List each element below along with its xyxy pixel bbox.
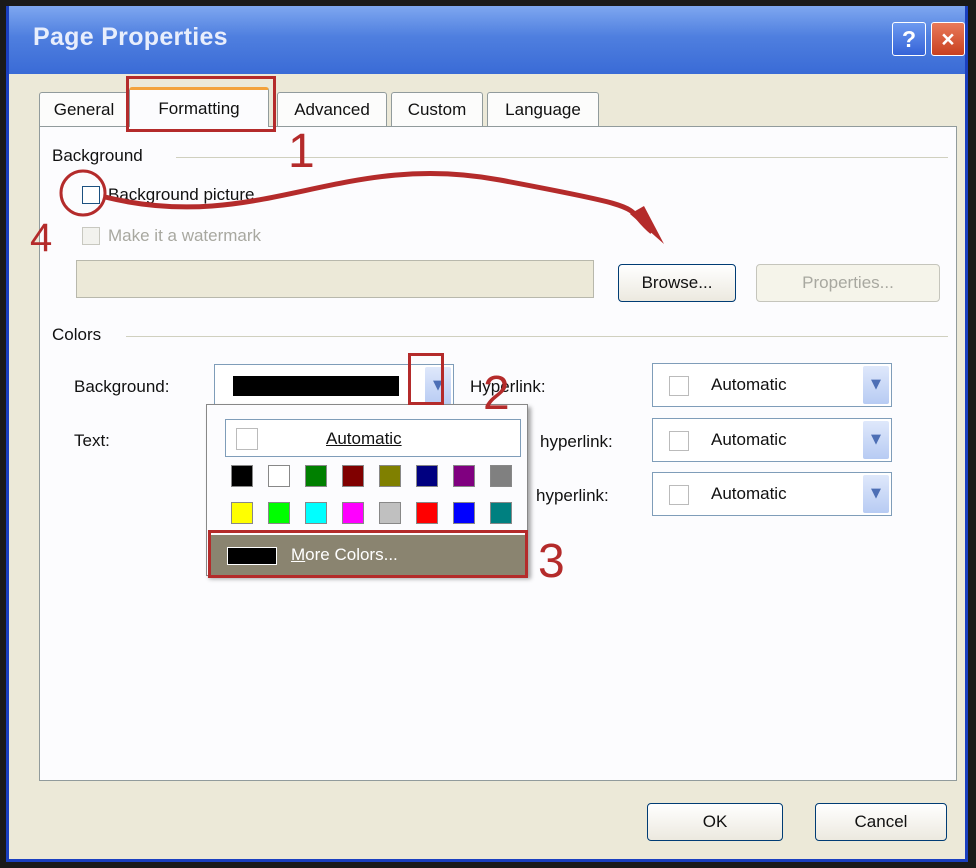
color-swatch[interactable] (305, 502, 327, 524)
color-swatch[interactable] (268, 465, 290, 487)
active-hyperlink-swatch (669, 485, 689, 505)
color-swatch[interactable] (268, 502, 290, 524)
tab-language[interactable]: Language (487, 92, 599, 126)
chevron-down-icon[interactable]: ▼ (863, 366, 889, 404)
color-swatch[interactable] (453, 465, 475, 487)
hyperlink-color-value: Automatic (711, 375, 787, 394)
color-swatch[interactable] (416, 502, 438, 524)
color-swatch[interactable] (342, 502, 364, 524)
text-color-label: Text: (74, 431, 110, 450)
watermark-label: Make it a watermark (108, 226, 262, 245)
cancel-button[interactable]: Cancel (815, 803, 947, 841)
colors-group-heading: Colors (52, 325, 102, 344)
annotation-box-dropdown-arrow (408, 353, 444, 405)
tab-custom[interactable]: Custom (391, 92, 483, 126)
color-swatch[interactable] (231, 502, 253, 524)
watermark-checkbox[interactable] (82, 227, 100, 245)
visited-hyperlink-dropdown[interactable]: Automatic ▼ (652, 418, 892, 462)
visited-hyperlink-label: hyperlink: (540, 432, 613, 451)
active-hyperlink-value: Automatic (711, 484, 787, 503)
active-hyperlink-label: hyperlink: (536, 486, 609, 505)
visited-hyperlink-swatch (669, 431, 689, 451)
color-swatch[interactable] (490, 502, 512, 524)
tab-advanced[interactable]: Advanced (277, 92, 387, 126)
color-swatch[interactable] (231, 465, 253, 487)
title-bar[interactable]: Page Properties ? × (9, 6, 965, 74)
background-group-heading: Background (52, 146, 143, 165)
ok-button[interactable]: OK (647, 803, 783, 841)
annotation-step-1: 1 (288, 125, 315, 178)
annotation-step-3: 3 (538, 535, 565, 588)
color-swatch[interactable] (416, 465, 438, 487)
color-swatch[interactable] (305, 465, 327, 487)
automatic-color-label: Automatic (326, 429, 402, 448)
annotation-step-4: 4 (30, 216, 53, 260)
tab-general[interactable]: General (39, 92, 129, 126)
active-hyperlink-dropdown[interactable]: Automatic ▼ (652, 472, 892, 516)
automatic-color-option[interactable]: Automatic (225, 419, 521, 457)
properties-button[interactable]: Properties... (756, 264, 940, 302)
background-picture-path-field[interactable] (76, 260, 594, 298)
annotation-box-more-colors (208, 530, 528, 578)
close-button[interactable]: × (931, 22, 965, 56)
browse-button[interactable]: Browse... (618, 264, 736, 302)
background-picture-label[interactable]: Background picture (108, 185, 254, 205)
background-color-swatch (233, 376, 399, 396)
annotation-box-formatting-tab (126, 76, 276, 132)
help-button[interactable]: ? (892, 22, 926, 56)
chevron-down-icon[interactable]: ▼ (863, 421, 889, 459)
color-swatch[interactable] (490, 465, 512, 487)
window-title: Page Properties (33, 23, 228, 51)
hyperlink-color-dropdown[interactable]: Automatic ▼ (652, 363, 892, 407)
color-swatch[interactable] (379, 465, 401, 487)
background-picture-checkbox[interactable] (82, 186, 100, 204)
color-swatch[interactable] (379, 502, 401, 524)
annotation-step-2: 2 (483, 367, 510, 420)
visited-hyperlink-value: Automatic (711, 430, 787, 449)
color-swatch[interactable] (342, 465, 364, 487)
automatic-color-swatch (236, 428, 258, 450)
background-color-label: Background: (74, 377, 170, 396)
chevron-down-icon[interactable]: ▼ (863, 475, 889, 513)
colors-group-divider (126, 336, 948, 337)
hyperlink-color-swatch (669, 376, 689, 396)
color-swatch[interactable] (453, 502, 475, 524)
